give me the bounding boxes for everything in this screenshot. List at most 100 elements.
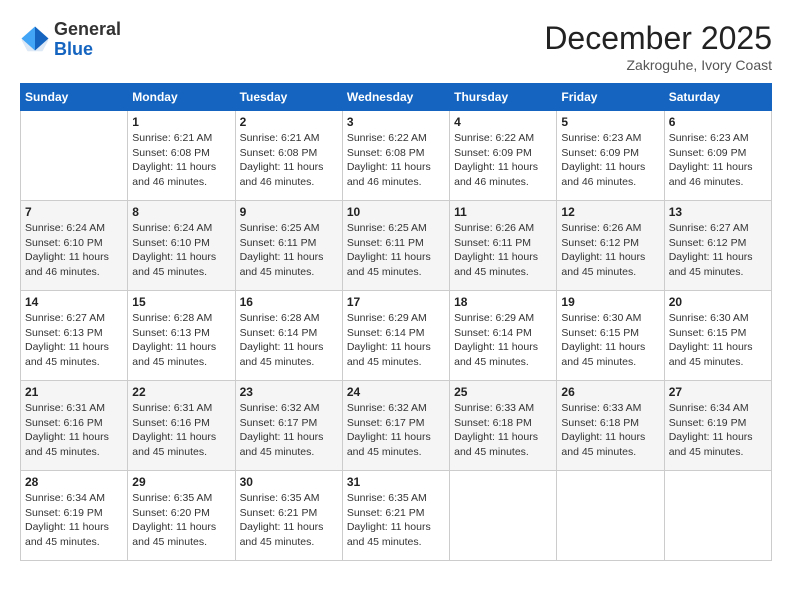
day-number: 26 bbox=[561, 385, 659, 399]
logo-icon bbox=[20, 25, 50, 55]
day-number: 31 bbox=[347, 475, 445, 489]
day-info: Sunrise: 6:35 AMSunset: 6:21 PMDaylight:… bbox=[347, 491, 445, 550]
day-info: Sunrise: 6:23 AMSunset: 6:09 PMDaylight:… bbox=[669, 131, 767, 190]
day-number: 21 bbox=[25, 385, 123, 399]
calendar-cell: 24Sunrise: 6:32 AMSunset: 6:17 PMDayligh… bbox=[342, 381, 449, 471]
calendar-table: SundayMondayTuesdayWednesdayThursdayFrid… bbox=[20, 83, 772, 561]
day-info: Sunrise: 6:27 AMSunset: 6:13 PMDaylight:… bbox=[25, 311, 123, 370]
day-number: 12 bbox=[561, 205, 659, 219]
calendar-cell bbox=[557, 471, 664, 561]
day-number: 18 bbox=[454, 295, 552, 309]
calendar-cell: 5Sunrise: 6:23 AMSunset: 6:09 PMDaylight… bbox=[557, 111, 664, 201]
day-info: Sunrise: 6:30 AMSunset: 6:15 PMDaylight:… bbox=[669, 311, 767, 370]
day-info: Sunrise: 6:22 AMSunset: 6:08 PMDaylight:… bbox=[347, 131, 445, 190]
day-info: Sunrise: 6:34 AMSunset: 6:19 PMDaylight:… bbox=[669, 401, 767, 460]
calendar-cell: 15 Sunrise: 6:28 AMSunset: 6:13 PMDayligh… bbox=[128, 291, 235, 381]
calendar-cell: 26 Sunrise: 6:33 AMSunset: 6:18 PMDayligh… bbox=[557, 381, 664, 471]
calendar-cell: 16 Sunrise: 6:28 AMSunset: 6:14 PMDayligh… bbox=[235, 291, 342, 381]
calendar-cell: 3 Sunrise: 6:22 AMSunset: 6:08 PMDaylight… bbox=[342, 111, 449, 201]
day-number: 15 bbox=[132, 295, 230, 309]
header-tuesday: Tuesday bbox=[235, 84, 342, 111]
title-block: December 2025 Zakroguhe, Ivory Coast bbox=[544, 20, 772, 73]
page-header: General Blue December 2025 Zakroguhe, Iv… bbox=[20, 20, 772, 73]
month-title: December 2025 bbox=[544, 20, 772, 57]
day-number: 29 bbox=[132, 475, 230, 489]
day-info: Sunrise: 6:28 AMSunset: 6:13 PMDaylight:… bbox=[132, 311, 230, 370]
calendar-week-row: 28Sunrise: 6:34 AMSunset: 6:19 PMDayligh… bbox=[21, 471, 772, 561]
calendar-cell: 19 Sunrise: 6:30 AMSunset: 6:15 PMDayligh… bbox=[557, 291, 664, 381]
day-info: Sunrise: 6:30 AMSunset: 6:15 PMDaylight:… bbox=[561, 311, 659, 370]
day-number: 17 bbox=[347, 295, 445, 309]
calendar-cell: 8Sunrise: 6:24 AMSunset: 6:10 PMDaylight… bbox=[128, 201, 235, 291]
calendar-cell bbox=[664, 471, 771, 561]
day-info: Sunrise: 6:31 AMSunset: 6:16 PMDaylight:… bbox=[132, 401, 230, 460]
day-info: Sunrise: 6:25 AMSunset: 6:11 PMDaylight:… bbox=[347, 221, 445, 280]
day-number: 3 bbox=[347, 115, 445, 129]
header-saturday: Saturday bbox=[664, 84, 771, 111]
day-number: 25 bbox=[454, 385, 552, 399]
day-number: 27 bbox=[669, 385, 767, 399]
calendar-cell: 1 Sunrise: 6:21 AMSunset: 6:08 PMDaylight… bbox=[128, 111, 235, 201]
logo: General Blue bbox=[20, 20, 121, 60]
calendar-cell: 10 Sunrise: 6:25 AMSunset: 6:11 PMDayligh… bbox=[342, 201, 449, 291]
calendar-cell: 12 Sunrise: 6:26 AMSunset: 6:12 PMDayligh… bbox=[557, 201, 664, 291]
header-sunday: Sunday bbox=[21, 84, 128, 111]
calendar-cell: 13Sunrise: 6:27 AMSunset: 6:12 PMDayligh… bbox=[664, 201, 771, 291]
day-info: Sunrise: 6:25 AMSunset: 6:11 PMDaylight:… bbox=[240, 221, 338, 280]
calendar-cell bbox=[21, 111, 128, 201]
day-number: 20 bbox=[669, 295, 767, 309]
day-info: Sunrise: 6:26 AMSunset: 6:11 PMDaylight:… bbox=[454, 221, 552, 280]
day-number: 1 bbox=[132, 115, 230, 129]
calendar-header-row: SundayMondayTuesdayWednesdayThursdayFrid… bbox=[21, 84, 772, 111]
calendar-cell: 11Sunrise: 6:26 AMSunset: 6:11 PMDayligh… bbox=[450, 201, 557, 291]
logo-blue: Blue bbox=[54, 40, 121, 60]
day-info: Sunrise: 6:34 AMSunset: 6:19 PMDaylight:… bbox=[25, 491, 123, 550]
day-info: Sunrise: 6:27 AMSunset: 6:12 PMDaylight:… bbox=[669, 221, 767, 280]
calendar-cell bbox=[450, 471, 557, 561]
day-number: 9 bbox=[240, 205, 338, 219]
day-number: 2 bbox=[240, 115, 338, 129]
calendar-cell: 21 Sunrise: 6:31 AMSunset: 6:16 PMDayligh… bbox=[21, 381, 128, 471]
calendar-week-row: 21 Sunrise: 6:31 AMSunset: 6:16 PMDayligh… bbox=[21, 381, 772, 471]
calendar-cell: 14 Sunrise: 6:27 AMSunset: 6:13 PMDayligh… bbox=[21, 291, 128, 381]
calendar-cell: 2Sunrise: 6:21 AMSunset: 6:08 PMDaylight… bbox=[235, 111, 342, 201]
day-info: Sunrise: 6:26 AMSunset: 6:12 PMDaylight:… bbox=[561, 221, 659, 280]
calendar-cell: 9 Sunrise: 6:25 AMSunset: 6:11 PMDaylight… bbox=[235, 201, 342, 291]
day-info: Sunrise: 6:35 AMSunset: 6:21 PMDaylight:… bbox=[240, 491, 338, 550]
day-info: Sunrise: 6:33 AMSunset: 6:18 PMDaylight:… bbox=[454, 401, 552, 460]
header-thursday: Thursday bbox=[450, 84, 557, 111]
day-info: Sunrise: 6:28 AMSunset: 6:14 PMDaylight:… bbox=[240, 311, 338, 370]
day-info: Sunrise: 6:24 AMSunset: 6:10 PMDaylight:… bbox=[132, 221, 230, 280]
day-info: Sunrise: 6:35 AMSunset: 6:20 PMDaylight:… bbox=[132, 491, 230, 550]
day-number: 23 bbox=[240, 385, 338, 399]
day-info: Sunrise: 6:33 AMSunset: 6:18 PMDaylight:… bbox=[561, 401, 659, 460]
day-info: Sunrise: 6:21 AMSunset: 6:08 PMDaylight:… bbox=[132, 131, 230, 190]
day-number: 10 bbox=[347, 205, 445, 219]
calendar-cell: 7 Sunrise: 6:24 AMSunset: 6:10 PMDaylight… bbox=[21, 201, 128, 291]
day-number: 19 bbox=[561, 295, 659, 309]
calendar-week-row: 14 Sunrise: 6:27 AMSunset: 6:13 PMDayligh… bbox=[21, 291, 772, 381]
day-number: 22 bbox=[132, 385, 230, 399]
day-info: Sunrise: 6:22 AMSunset: 6:09 PMDaylight:… bbox=[454, 131, 552, 190]
day-number: 16 bbox=[240, 295, 338, 309]
calendar-cell: 20 Sunrise: 6:30 AMSunset: 6:15 PMDayligh… bbox=[664, 291, 771, 381]
header-wednesday: Wednesday bbox=[342, 84, 449, 111]
calendar-cell: 29 Sunrise: 6:35 AMSunset: 6:20 PMDayligh… bbox=[128, 471, 235, 561]
day-number: 7 bbox=[25, 205, 123, 219]
day-info: Sunrise: 6:32 AMSunset: 6:17 PMDaylight:… bbox=[347, 401, 445, 460]
calendar-cell: 28Sunrise: 6:34 AMSunset: 6:19 PMDayligh… bbox=[21, 471, 128, 561]
day-info: Sunrise: 6:32 AMSunset: 6:17 PMDaylight:… bbox=[240, 401, 338, 460]
header-monday: Monday bbox=[128, 84, 235, 111]
day-number: 14 bbox=[25, 295, 123, 309]
calendar-cell: 23 Sunrise: 6:32 AMSunset: 6:17 PMDayligh… bbox=[235, 381, 342, 471]
calendar-week-row: 1 Sunrise: 6:21 AMSunset: 6:08 PMDaylight… bbox=[21, 111, 772, 201]
calendar-cell: 4Sunrise: 6:22 AMSunset: 6:09 PMDaylight… bbox=[450, 111, 557, 201]
calendar-cell: 27 Sunrise: 6:34 AMSunset: 6:19 PMDayligh… bbox=[664, 381, 771, 471]
calendar-cell: 18Sunrise: 6:29 AMSunset: 6:14 PMDayligh… bbox=[450, 291, 557, 381]
day-number: 30 bbox=[240, 475, 338, 489]
day-info: Sunrise: 6:29 AMSunset: 6:14 PMDaylight:… bbox=[347, 311, 445, 370]
calendar-cell: 30 Sunrise: 6:35 AMSunset: 6:21 PMDayligh… bbox=[235, 471, 342, 561]
day-info: Sunrise: 6:31 AMSunset: 6:16 PMDaylight:… bbox=[25, 401, 123, 460]
calendar-cell: 31 Sunrise: 6:35 AMSunset: 6:21 PMDayligh… bbox=[342, 471, 449, 561]
day-info: Sunrise: 6:24 AMSunset: 6:10 PMDaylight:… bbox=[25, 221, 123, 280]
